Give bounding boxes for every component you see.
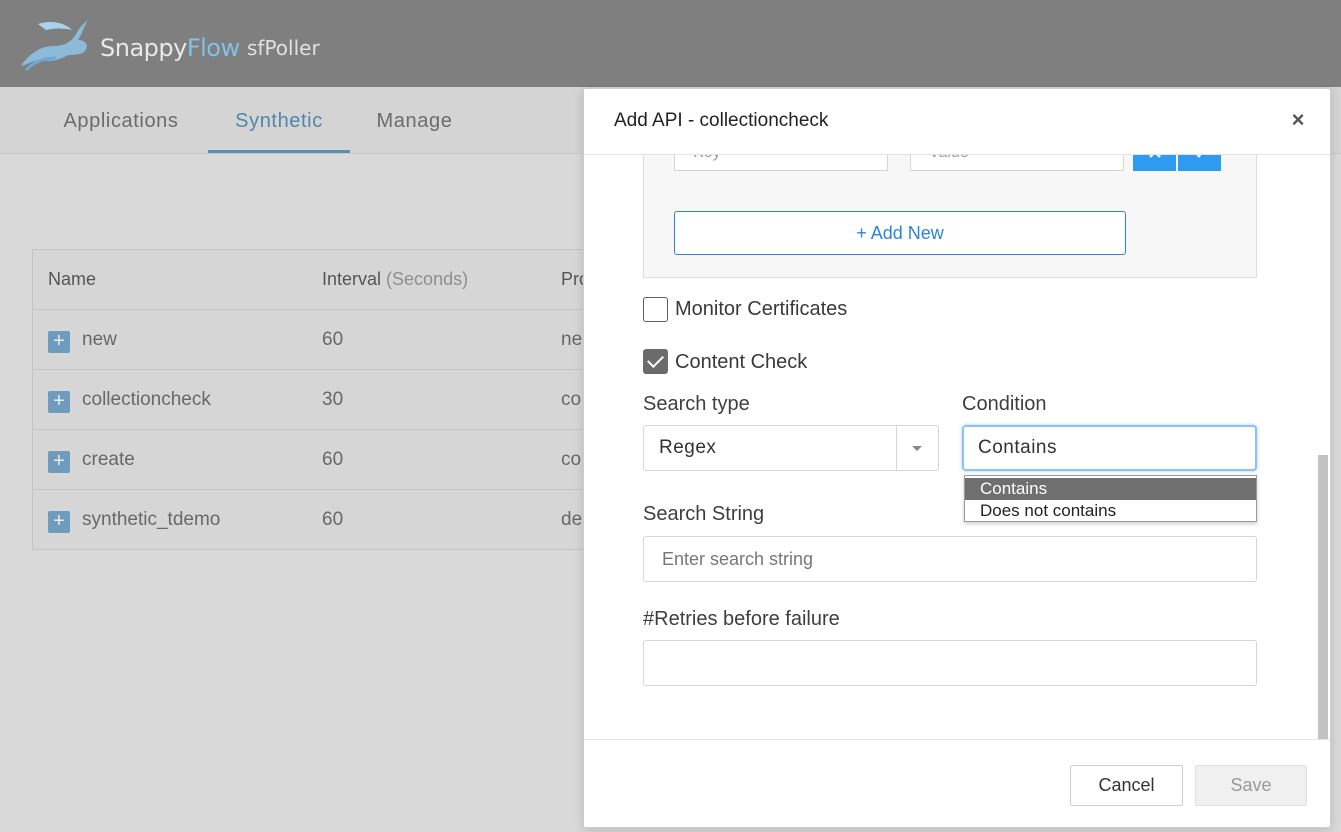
table-header: Name Interval (Seconds) Pro xyxy=(33,250,631,310)
content-check-checkbox[interactable] xyxy=(643,349,668,374)
row-protocol: co xyxy=(561,449,582,470)
condition-label: Condition xyxy=(962,393,1047,415)
close-icon xyxy=(1148,155,1161,158)
tab-synthetic[interactable]: Synthetic xyxy=(208,87,350,153)
table-row[interactable]: + synthetic_tdemo 60 de xyxy=(33,490,631,550)
search-type-value: Regex xyxy=(659,437,717,458)
condition-input[interactable]: Contains xyxy=(962,425,1257,471)
save-button[interactable]: Save xyxy=(1195,765,1307,806)
close-icon[interactable]: × xyxy=(1288,109,1308,131)
retries-input[interactable] xyxy=(643,640,1257,686)
row-protocol: ne xyxy=(561,329,583,350)
modal-header: Add API - collectioncheck × xyxy=(584,89,1330,155)
expand-icon[interactable]: + xyxy=(48,511,70,533)
row-protocol: co xyxy=(561,389,582,410)
select-divider xyxy=(896,426,897,470)
row-interval: 60 xyxy=(322,509,344,530)
row-name: synthetic_tdemo xyxy=(82,509,221,530)
search-type-select[interactable]: Regex xyxy=(643,425,939,471)
remove-header-button[interactable] xyxy=(1133,155,1176,171)
condition-option-contains[interactable]: Contains xyxy=(965,478,1256,500)
content-check-label[interactable]: Content Check xyxy=(675,349,807,375)
header-value-input[interactable]: Value xyxy=(910,155,1124,171)
condition-option-not-contains[interactable]: Does not contains xyxy=(965,500,1256,522)
product-name: sfPoller xyxy=(247,36,320,60)
table-row[interactable]: + new 60 ne xyxy=(33,310,631,370)
confirm-header-button[interactable] xyxy=(1178,155,1221,171)
brand-name: SnappyFlow xyxy=(100,34,240,62)
check-icon xyxy=(1195,155,1201,158)
search-string-label: Search String xyxy=(643,503,765,525)
brand-logo[interactable]: SnappyFlow sfPoller xyxy=(20,16,320,72)
header-key-input[interactable]: Key xyxy=(674,155,888,171)
condition-value: Contains xyxy=(978,437,1057,458)
expand-icon[interactable]: + xyxy=(48,331,70,353)
tab-applications[interactable]: Applications xyxy=(58,87,184,153)
add-new-header-button[interactable]: + Add New xyxy=(674,211,1126,255)
row-name: create xyxy=(82,449,135,470)
row-interval: 60 xyxy=(322,329,344,350)
add-api-modal: Add API - collectioncheck × Key Value + … xyxy=(583,88,1331,828)
row-name: new xyxy=(82,329,117,350)
search-type-label: Search type xyxy=(643,393,750,415)
row-name: collectioncheck xyxy=(82,389,211,410)
top-bar: SnappyFlow sfPoller xyxy=(0,0,1341,87)
tab-manage[interactable]: Manage xyxy=(374,87,455,153)
headers-section: Key Value + Add New xyxy=(643,155,1257,278)
retries-label: #Retries before failure xyxy=(643,608,840,630)
modal-footer: Cancel Save xyxy=(584,739,1330,827)
search-string-input[interactable]: Enter search string xyxy=(643,536,1257,582)
modal-title: Add API - collectioncheck xyxy=(614,110,829,131)
column-header-interval[interactable]: Interval (Seconds) xyxy=(322,250,468,308)
synthetic-table: Name Interval (Seconds) Pro + new 60 ne … xyxy=(32,249,632,550)
column-header-name[interactable]: Name xyxy=(48,250,96,308)
row-interval: 60 xyxy=(322,449,344,470)
table-row[interactable]: + collectioncheck 30 co xyxy=(33,370,631,430)
cancel-button[interactable]: Cancel xyxy=(1070,765,1183,806)
expand-icon[interactable]: + xyxy=(48,451,70,473)
monitor-certificates-label[interactable]: Monitor Certificates xyxy=(675,296,847,322)
condition-dropdown: Contains Does not contains xyxy=(964,475,1257,522)
rabbit-logo-icon xyxy=(22,20,88,72)
row-interval: 30 xyxy=(322,389,344,410)
chevron-down-icon xyxy=(912,446,922,451)
expand-icon[interactable]: + xyxy=(48,391,70,413)
modal-scrollbar[interactable] xyxy=(1318,455,1328,739)
table-row[interactable]: + create 60 co xyxy=(33,430,631,490)
monitor-certificates-checkbox[interactable] xyxy=(643,297,668,322)
row-protocol: de xyxy=(561,509,583,530)
modal-body: Key Value + Add New Monitor Certificates… xyxy=(584,155,1330,739)
